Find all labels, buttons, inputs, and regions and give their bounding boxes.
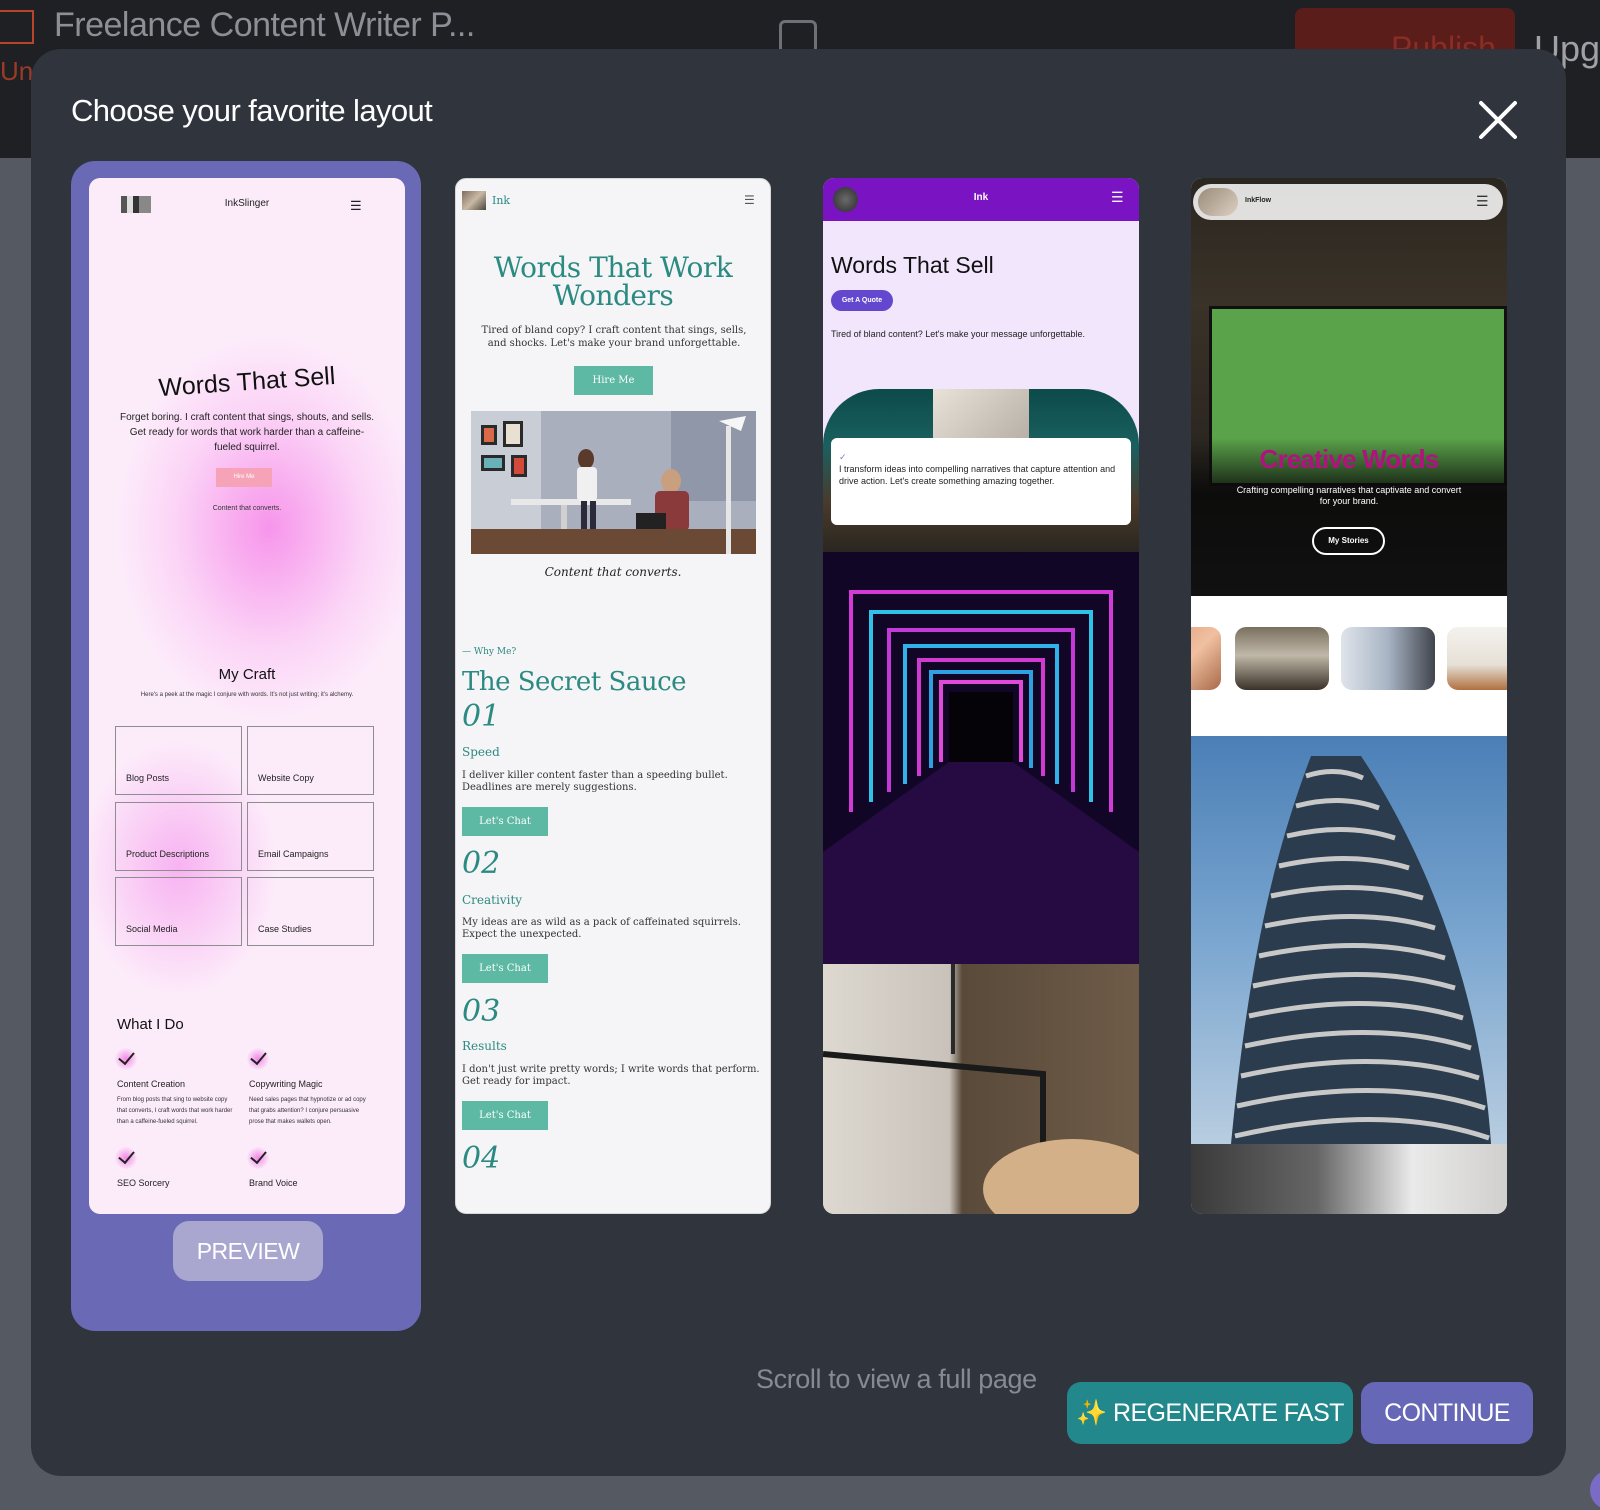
skyscraper-image <box>1191 736 1507 1144</box>
service-title: Copywriting Magic <box>249 1079 323 1089</box>
craft-box: Social Media <box>115 877 242 946</box>
skyscraper-detail <box>1231 756 1491 1144</box>
hero-headline: Words That Work Wonders <box>493 251 733 312</box>
services-title: What I Do <box>117 1016 184 1033</box>
feature-number: 04 <box>462 1141 501 1176</box>
section-kicker: — Why Me? <box>462 647 517 657</box>
hamburger-icon: ☰ <box>350 198 362 213</box>
hero-cta: My Stories <box>1312 527 1385 555</box>
section-title: The Secret Sauce <box>462 667 687 697</box>
quote-card: ✓ I transform ideas into compelling narr… <box>831 438 1131 525</box>
feature-number: 03 <box>462 994 501 1029</box>
regenerate-button[interactable]: ✨ REGENERATE FAST <box>1067 1382 1353 1444</box>
craft-box: Email Campaigns <box>247 802 374 871</box>
hero-cta: Get A Quote <box>831 290 893 311</box>
craft-box: Website Copy <box>247 726 374 795</box>
help-bubble[interactable] <box>1590 1470 1600 1510</box>
site-logo <box>1198 188 1238 216</box>
check-icon: ✓ <box>839 452 847 462</box>
feature-number: 02 <box>462 846 501 881</box>
gallery-thumb <box>1447 627 1507 690</box>
feature-desc: I deliver killer content faster than a s… <box>462 770 728 793</box>
site-logo <box>462 191 486 210</box>
layout-option-1[interactable]: InkSlinger ☰ Words That Sell Forget bori… <box>89 178 405 1214</box>
feature-cta: Let's Chat <box>462 807 548 836</box>
check-icon <box>247 1147 269 1169</box>
hero-image: Creative Words Crafting compelling narra… <box>1191 178 1507 596</box>
project-title[interactable]: Freelance Content Writer P... <box>54 6 475 45</box>
layout-chooser-modal: Choose your favorite layout PREVIEW InkS… <box>31 49 1566 1476</box>
craft-box: Blog Posts <box>115 726 242 795</box>
feature-desc: My ideas are as wild as a pack of caffei… <box>462 917 741 940</box>
section-subtitle: Here's a peek at the magic I conjure wit… <box>140 692 354 698</box>
feature-cta: Let's Chat <box>462 1101 548 1130</box>
site-navbar: Ink ☰ <box>823 178 1139 221</box>
hero-cta: Hire Me <box>574 366 653 395</box>
feature-desc: I don't just write pretty words; I write… <box>462 1064 760 1087</box>
gallery-thumb <box>1235 627 1329 690</box>
layout-option-4[interactable]: Creative Words Crafting compelling narra… <box>1191 178 1507 1214</box>
service-desc: From blog posts that sing to website cop… <box>117 1097 233 1125</box>
quote-text: I transform ideas into compelling narrat… <box>839 464 1116 486</box>
preview-button[interactable]: PREVIEW <box>173 1221 323 1281</box>
site-brand: InkFlow <box>1245 197 1272 204</box>
site-brand: Ink <box>492 194 511 207</box>
check-icon <box>115 1147 137 1169</box>
section-title: My Craft <box>218 666 276 683</box>
site-brand: Ink <box>973 192 989 203</box>
layout-option-3[interactable]: Ink ☰ Words That Sell Get A Quote Tired … <box>823 178 1139 1214</box>
hero-tagline: Content that converts. <box>544 565 682 579</box>
hero-headline: Creative Words <box>1259 444 1439 474</box>
photo-detail <box>933 389 1029 439</box>
neon-corridor-image <box>823 552 1139 964</box>
gallery-thumb <box>1191 627 1221 690</box>
layout-option-2[interactable]: Ink ☰ Words That Work Wonders Tired of b… <box>455 178 771 1214</box>
check-icon <box>247 1048 269 1070</box>
hamburger-icon: ☰ <box>744 193 755 207</box>
feature-title: Results <box>462 1039 507 1053</box>
modal-title: Choose your favorite layout <box>71 93 433 128</box>
service-desc: Need sales pages that hypnotize or ad co… <box>249 1097 366 1125</box>
scroll-hint: Scroll to view a full page <box>756 1364 1037 1394</box>
service-title: SEO Sorcery <box>117 1178 170 1188</box>
hero-lead: Crafting compelling narratives that capt… <box>1236 485 1462 506</box>
app-logo-icon <box>0 10 34 44</box>
hero-lead: Tired of bland copy? I craft content tha… <box>481 325 747 349</box>
site-navbar: InkFlow ☰ <box>1193 184 1503 220</box>
service-title: Brand Voice <box>249 1178 298 1188</box>
hero-cta: Hire Me <box>216 468 272 487</box>
feature-title: Creativity <box>462 893 523 907</box>
interior-photo <box>823 964 1139 1214</box>
hero-headline: Words That Sell <box>831 252 994 278</box>
gallery-thumb <box>1341 627 1435 690</box>
craft-box: Product Descriptions <box>115 802 242 871</box>
hamburger-icon: ☰ <box>1111 189 1124 205</box>
hamburger-icon: ☰ <box>1476 193 1489 209</box>
continue-button[interactable]: CONTINUE <box>1361 1382 1533 1444</box>
footer-image <box>1191 1144 1507 1214</box>
hero-lead: Tired of bland content? Let's make your … <box>831 329 1086 339</box>
hero-tagline: Content that converts. <box>212 505 282 512</box>
office-photo <box>471 411 756 554</box>
feature-cta: Let's Chat <box>462 954 548 983</box>
check-icon <box>115 1048 137 1070</box>
service-title: Content Creation <box>117 1079 186 1089</box>
interior-detail <box>823 964 1139 1214</box>
craft-box: Case Studies <box>247 877 374 946</box>
close-icon[interactable] <box>1473 95 1523 145</box>
feature-title: Speed <box>462 745 500 759</box>
hero-lead: Forget boring. I craft content that sing… <box>119 412 375 453</box>
feature-number: 01 <box>462 699 501 734</box>
